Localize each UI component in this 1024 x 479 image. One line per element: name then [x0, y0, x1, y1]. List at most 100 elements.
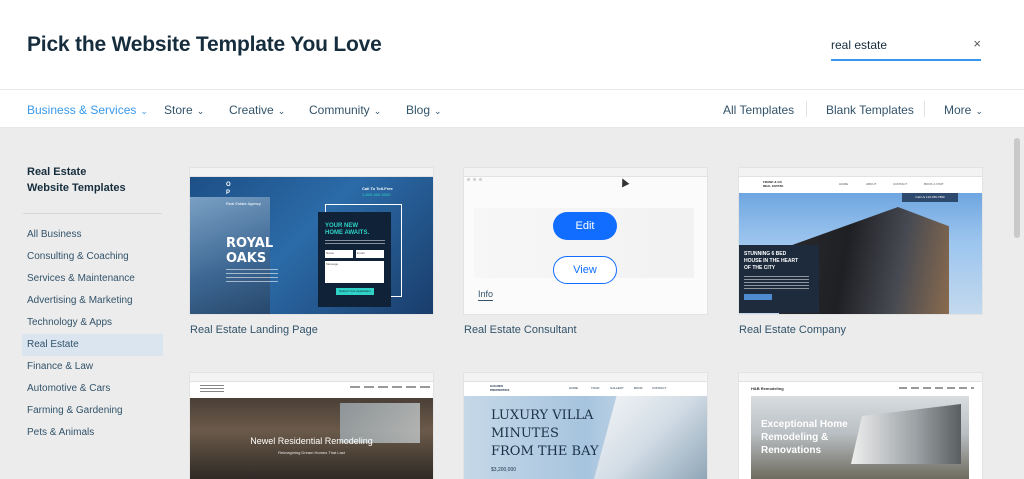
template-card[interactable]: Newel Residential Remodeling Reimagining…	[190, 373, 433, 479]
chevron-down-icon: ⌄	[140, 106, 148, 116]
sidebar-item-real-estate[interactable]: Real Estate	[22, 334, 163, 356]
template-thumbnail[interactable]: FRANK & CO REAL ESTATE HOME ABOUT CONTAC…	[739, 168, 982, 314]
browser-bar	[739, 168, 982, 181]
template-thumbnail[interactable]: GOLDEN PROPERTIES HOME TOUR GALLERY BOOK…	[464, 373, 707, 479]
nav-blank-templates[interactable]: Blank Templates	[826, 103, 914, 117]
template-name: Real Estate Company	[739, 324, 846, 336]
nav-store[interactable]: Store ⌄	[164, 103, 204, 117]
nav-all-templates[interactable]: All Templates	[723, 103, 794, 117]
sidebar-item-finance-law[interactable]: Finance & Law	[22, 356, 163, 378]
nav-creative[interactable]: Creative ⌄	[229, 103, 285, 117]
search-input[interactable]	[831, 33, 956, 57]
template-card[interactable]: GOLDEN PROPERTIES HOME TOUR GALLERY BOOK…	[464, 373, 707, 479]
scrollbar[interactable]	[1014, 138, 1020, 238]
browser-bar	[190, 373, 433, 386]
form-name-field: Name	[325, 250, 353, 258]
chevron-down-icon: ⌄	[196, 106, 205, 116]
sidebar-item-pets-animals[interactable]: Pets & Animals	[22, 422, 163, 444]
browser-bar	[739, 373, 982, 386]
template-card[interactable]: FRANK & CO REAL ESTATE HOME ABOUT CONTAC…	[739, 168, 982, 336]
template-name: Real Estate Landing Page	[190, 324, 318, 336]
remodel-hero: Newel Residential Remodeling Reimagining…	[190, 398, 433, 479]
sidebar-divider	[23, 213, 162, 214]
form-text	[325, 240, 385, 246]
hb-menu	[899, 387, 974, 389]
company-menu-item: ABOUT	[866, 182, 877, 186]
browser-bar	[464, 373, 707, 386]
template-thumbnail[interactable]: H&B Remodeling Exceptional Home Remodeli…	[739, 373, 982, 479]
sidebar-item-services-maintenance[interactable]: Services & Maintenance	[22, 268, 163, 290]
landing-form: YOUR NEW HOME AWAITS. Name Email Message…	[318, 212, 391, 307]
close-icon[interactable]: ×	[973, 36, 981, 51]
template-thumbnail[interactable]: Edit View Info	[464, 168, 707, 314]
form-title: YOUR NEW HOME AWAITS.	[325, 223, 370, 236]
villa-image	[594, 396, 707, 479]
nav-divider	[924, 101, 925, 117]
landing-agency: Real Estate Agency	[226, 201, 261, 206]
cursor-icon	[618, 176, 630, 188]
nav-label: Creative	[229, 103, 274, 117]
nav-business-services[interactable]: Business & Services ⌄	[27, 103, 148, 117]
template-card[interactable]: Edit View Info Real Estate Consultant	[464, 168, 707, 336]
company-hero: Call Us 123-456-7890 STUNNING 6 BED HOUS…	[739, 193, 982, 314]
template-thumbnail[interactable]: O P Real Estate Agency Call To Toll-Free…	[190, 168, 433, 314]
sidebar-item-advertising-marketing[interactable]: Advertising & Marketing	[22, 290, 163, 312]
page-title: Pick the Website Template You Love	[27, 33, 382, 56]
edit-button[interactable]: Edit	[553, 212, 617, 240]
villa-hero: LUXURY VILLA MINUTES FROM THE BAY $3,200…	[464, 396, 707, 479]
info-link[interactable]: Info	[478, 289, 494, 301]
template-name: Real Estate Consultant	[464, 324, 577, 336]
sidebar-item-consulting-coaching[interactable]: Consulting & Coaching	[22, 246, 163, 268]
landing-paragraph	[226, 269, 278, 285]
chevron-down-icon: ⌄	[277, 106, 286, 116]
chevron-down-icon: ⌄	[373, 106, 382, 116]
landing-call: Call To Toll-Free	[362, 186, 393, 191]
form-email-field: Email	[356, 250, 384, 258]
sidebar-title: Real Estate Website Templates	[27, 166, 126, 194]
sidebar-item-technology-apps[interactable]: Technology & Apps	[22, 312, 163, 334]
villa-header: GOLDEN PROPERTIES HOME TOUR GALLERY BOOK…	[464, 382, 707, 396]
nav-label: Store	[164, 103, 193, 117]
company-menu-item: CONTACT	[893, 182, 908, 186]
company-brand: FRANK & CO REAL ESTATE	[763, 180, 784, 188]
villa-menu-item: HOME	[569, 386, 578, 390]
company-headline: STUNNING 6 BED HOUSE IN THE HEART OF THE…	[744, 251, 799, 271]
nav-label: Business & Services	[27, 103, 137, 117]
browser-bar	[190, 168, 433, 181]
nav-blog[interactable]: Blog ⌄	[406, 103, 442, 117]
company-header: FRANK & CO REAL ESTATE HOME ABOUT CONTAC…	[739, 177, 982, 193]
hb-header: H&B Remodeling	[739, 382, 982, 396]
sidebar-item-all-business[interactable]: All Business	[22, 224, 163, 246]
house-image	[851, 404, 961, 464]
remodel-menu	[350, 386, 430, 388]
remodel-headline: Newel Residential Remodeling	[250, 436, 373, 446]
nav-more[interactable]: More ⌄	[944, 103, 983, 117]
template-thumbnail[interactable]: Newel Residential Remodeling Reimagining…	[190, 373, 433, 479]
landing-headline: ROYAL OAKS	[226, 236, 274, 266]
search-box[interactable]: ×	[831, 33, 981, 61]
template-card[interactable]: H&B Remodeling Exceptional Home Remodeli…	[739, 373, 982, 479]
nav-label: More	[944, 103, 972, 117]
view-button[interactable]: View	[553, 256, 617, 284]
sidebar-item-automotive-cars[interactable]: Automotive & Cars	[22, 378, 163, 400]
company-cta	[744, 294, 772, 300]
villa-menu-item: TOUR	[591, 386, 600, 390]
header: Pick the Website Template You Love ×	[0, 0, 1024, 90]
category-nav: Business & Services ⌄ Store ⌄ Creative ⌄ Co…	[0, 91, 1024, 128]
company-paragraph	[744, 276, 809, 290]
content-area: Real Estate Website Templates All Busine…	[0, 128, 1024, 479]
company-menu-item: BOOK A VISIT	[924, 182, 944, 186]
template-card[interactable]: O P Real Estate Agency Call To Toll-Free…	[190, 168, 433, 336]
sidebar-item-farming-gardening[interactable]: Farming & Gardening	[22, 400, 163, 422]
villa-menu-item: BOOK	[634, 386, 643, 390]
form-message-field: Message	[325, 261, 384, 283]
company-call-button: Call Us 123-456-7890	[902, 193, 958, 202]
company-menu-item: HOME	[839, 182, 848, 186]
hb-headline: Exceptional Home Remodeling & Renovation…	[761, 419, 848, 456]
hb-hero: Exceptional Home Remodeling & Renovation…	[751, 396, 969, 479]
villa-menu-item: CONTACT	[652, 386, 667, 390]
nav-community[interactable]: Community ⌄	[309, 103, 381, 117]
browser-bar	[464, 168, 707, 181]
villa-menu-item: GALLERY	[610, 386, 624, 390]
villa-headline: LUXURY VILLA MINUTES FROM THE BAY	[491, 408, 599, 459]
